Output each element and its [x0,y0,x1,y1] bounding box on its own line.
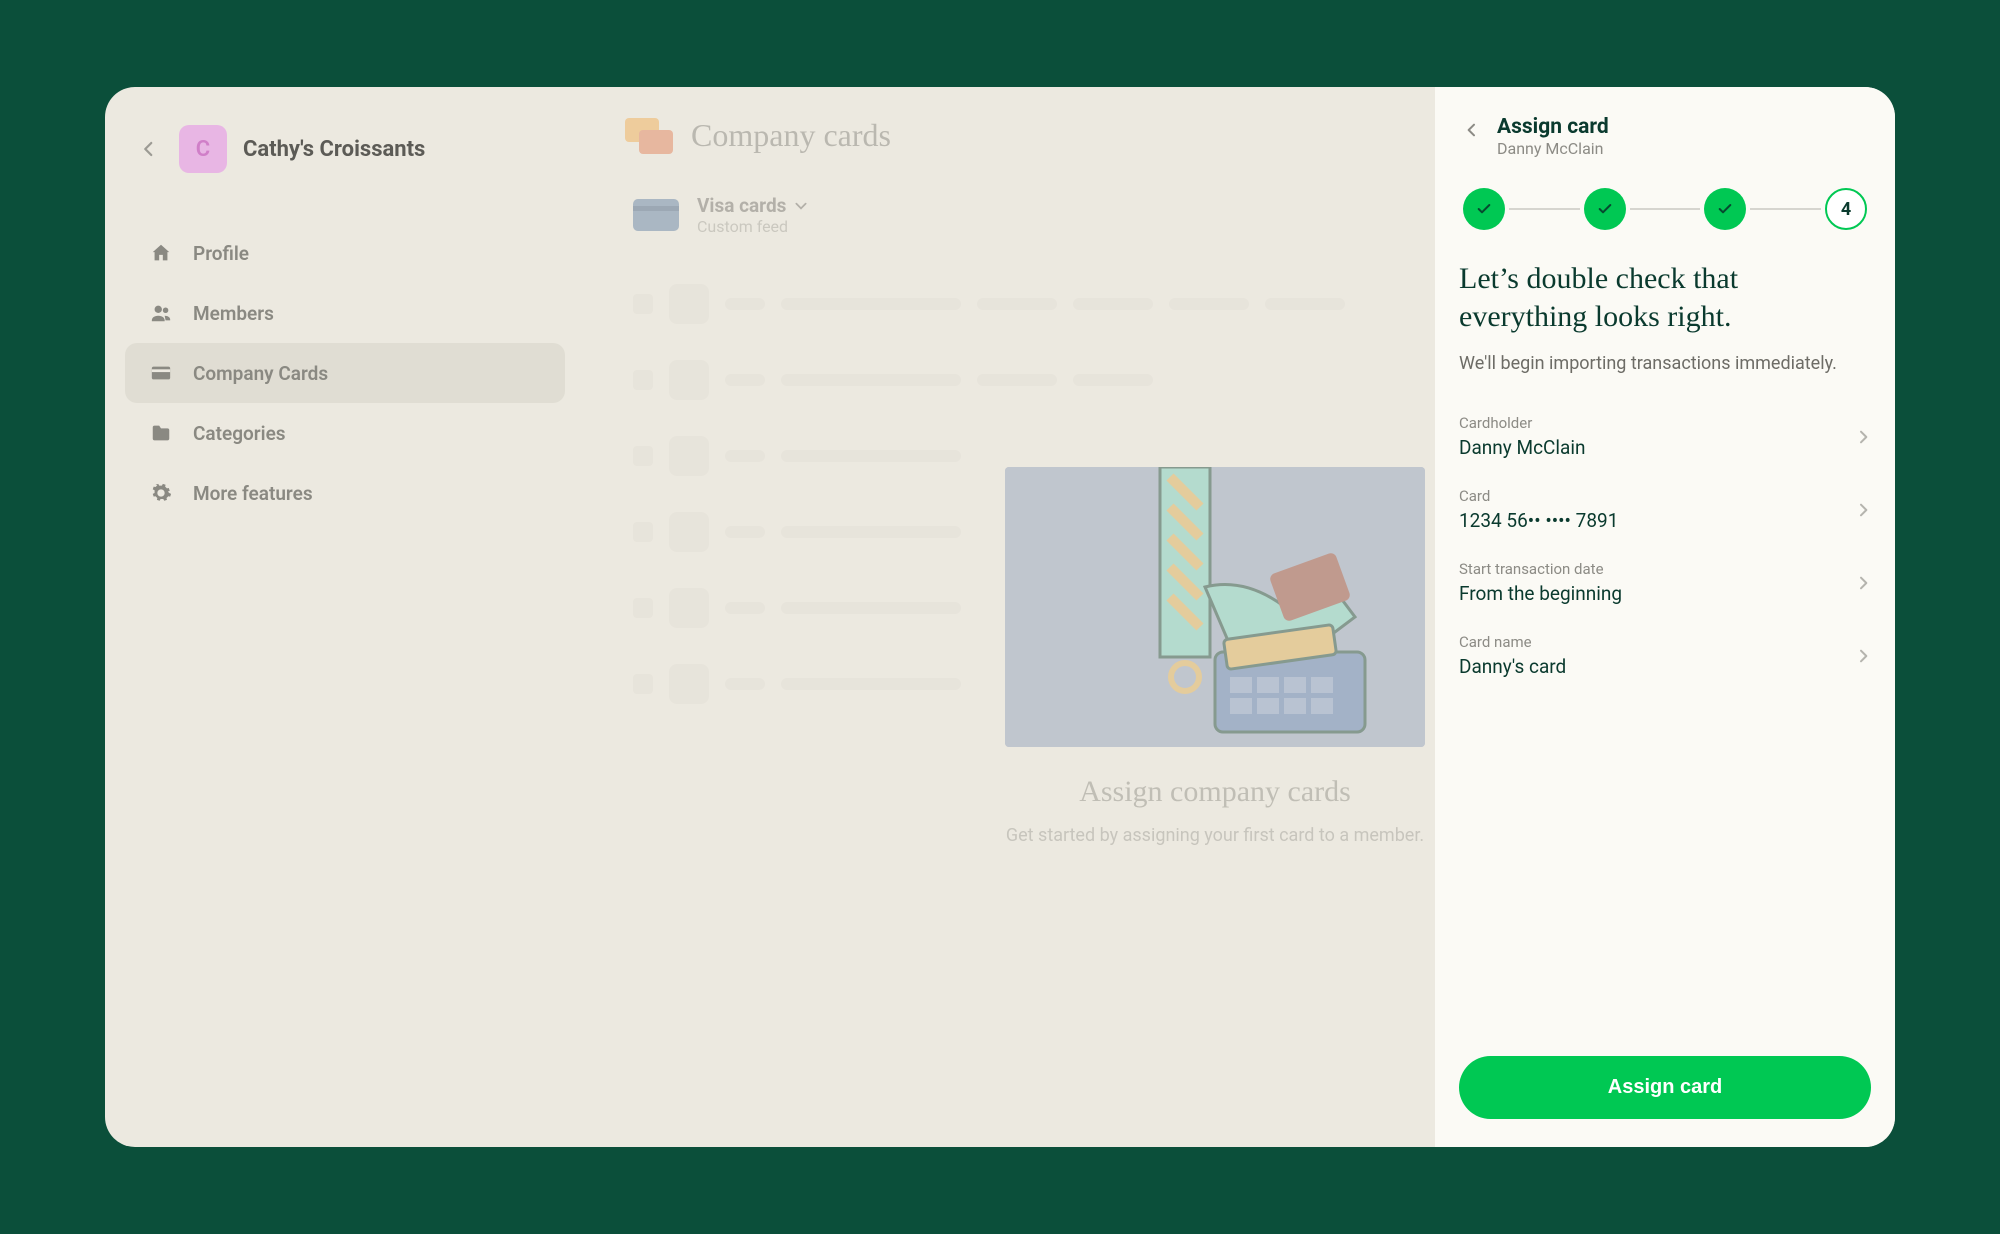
chevron-left-icon [140,140,158,158]
folder-icon [149,421,173,445]
nav-list: Profile Members Company Cards Categories [125,223,565,523]
check-icon [1717,201,1733,217]
workspace-initial: C [196,137,210,162]
stepper: 4 [1459,188,1871,230]
workspace-name: Cathy's Croissants [243,137,425,162]
review-cardholder[interactable]: Cardholder Danny McClain [1459,400,1871,473]
chevron-right-icon [1855,502,1871,518]
review-label: Start transaction date [1459,560,1622,578]
review-value: Danny McClain [1459,436,1585,459]
chevron-down-icon [794,199,808,213]
review-value: Danny's card [1459,655,1566,678]
empty-state-subtitle: Get started by assigning your first card… [995,823,1435,848]
app-window: C Cathy's Croissants Profile Members [105,87,1895,1147]
sidebar-item-company-cards[interactable]: Company Cards [125,343,565,403]
step-3-done [1704,188,1746,230]
assign-card-button[interactable]: Assign card [1459,1056,1871,1119]
review-value: From the beginning [1459,582,1622,605]
review-label: Card name [1459,633,1566,651]
main-content: Company cards Visa cards Custom feed [585,87,1435,1147]
panel-description: We'll begin importing transactions immed… [1459,353,1871,374]
sidebar-header: C Cathy's Croissants [125,117,565,193]
panel-subtitle: Danny McClain [1497,139,1609,158]
review-label: Cardholder [1459,414,1585,432]
review-label: Card [1459,487,1618,505]
sidebar-item-more-features[interactable]: More features [125,463,565,523]
step-2-done [1584,188,1626,230]
panel-back-button[interactable] [1459,117,1485,143]
panel-heading: Let’s double check that everything looks… [1459,260,1871,335]
feed-subtitle: Custom feed [697,217,808,236]
panel-title: Assign card [1497,115,1609,139]
review-card-name[interactable]: Card name Danny's card [1459,619,1871,692]
card-feed-selector[interactable]: Visa cards Custom feed [625,184,1395,246]
page-title: Company cards [691,117,891,154]
sidebar-item-label: Categories [193,422,286,445]
sidebar-item-label: Profile [193,242,249,265]
sidebar-item-profile[interactable]: Profile [125,223,565,283]
panel-header: Assign card Danny McClain [1459,115,1871,158]
card-icon [149,361,173,385]
review-card[interactable]: Card 1234 56•• •••• 7891 [1459,473,1871,546]
panel-footer: Assign card [1459,1056,1871,1119]
sidebar-item-members[interactable]: Members [125,283,565,343]
back-button[interactable] [135,135,163,163]
sidebar-item-label: Members [193,302,274,325]
chevron-right-icon [1855,648,1871,664]
workspace-avatar: C [179,125,227,173]
chevron-right-icon [1855,429,1871,445]
empty-state: Assign company cards Get started by assi… [995,467,1435,848]
check-icon [1597,201,1613,217]
promo-illustration [1005,467,1425,747]
list-item [625,266,1395,342]
chevron-left-icon [1464,122,1480,138]
home-icon [149,241,173,265]
review-value: 1234 56•• •••• 7891 [1459,509,1618,532]
empty-state-title: Assign company cards [995,775,1435,809]
step-1-done [1463,188,1505,230]
sidebar-item-categories[interactable]: Categories [125,403,565,463]
review-start-date[interactable]: Start transaction date From the beginnin… [1459,546,1871,619]
visa-card-icon [633,199,679,231]
main-header: Company cards [625,117,1395,154]
company-cards-icon [625,118,673,154]
assign-card-panel: Assign card Danny McClain 4 Let’s double… [1435,87,1895,1147]
feed-title: Visa cards [697,194,808,217]
list-item [625,342,1395,418]
sidebar: C Cathy's Croissants Profile Members [105,87,585,1147]
chevron-right-icon [1855,575,1871,591]
members-icon [149,301,173,325]
step-4-current: 4 [1825,188,1867,230]
sidebar-item-label: Company Cards [193,362,328,385]
check-icon [1476,201,1492,217]
sidebar-item-label: More features [193,482,313,505]
gear-icon [149,481,173,505]
